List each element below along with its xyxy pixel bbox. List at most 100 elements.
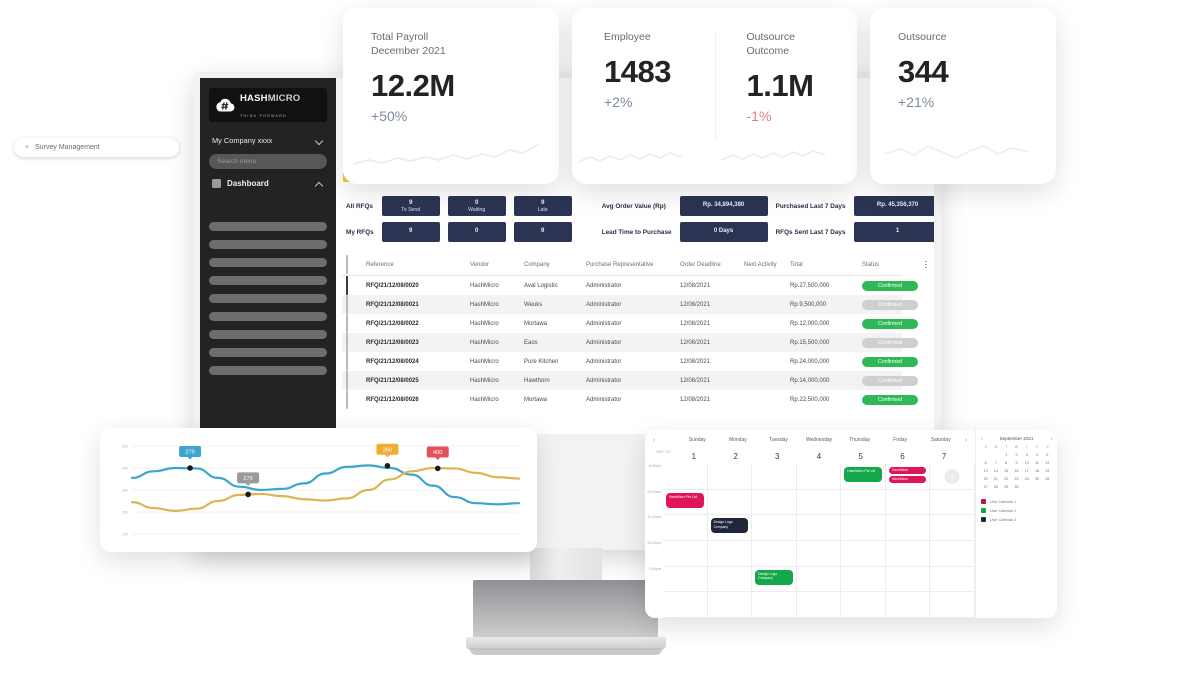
mini-next-icon[interactable]: › <box>1050 436 1052 441</box>
mini-date-cell[interactable] <box>981 452 990 459</box>
sidebar-submenu-survey-management[interactable]: + Survey Management <box>14 138 179 157</box>
calendar-cell[interactable] <box>796 464 842 490</box>
stat-chip-my-waiting[interactable]: 0 <box>447 222 506 242</box>
calendar-cell[interactable] <box>930 540 975 567</box>
stat-chip-my-to-send[interactable]: 9 <box>381 222 440 242</box>
row-checkbox[interactable] <box>346 275 366 295</box>
calendar-cell[interactable] <box>707 489 753 516</box>
row-checkbox[interactable] <box>346 313 366 333</box>
row-checkbox[interactable] <box>346 370 366 390</box>
mini-date-cell[interactable]: 7 <box>991 460 1000 467</box>
column-header-company[interactable]: Company <box>524 262 586 268</box>
calendar-event[interactable]: HashMicro <box>888 476 927 483</box>
calendar-cell[interactable] <box>707 566 753 593</box>
mini-prev-icon[interactable]: ‹ <box>981 436 983 441</box>
calendar-cell[interactable]: HashMicro Pte Ltd <box>663 489 708 516</box>
search-input[interactable]: Search menu <box>209 154 327 169</box>
calendar-cell[interactable] <box>841 566 886 593</box>
calendar-cell[interactable] <box>930 566 975 593</box>
column-header-next-activity[interactable]: Next Activity <box>744 262 790 268</box>
mini-date-cell[interactable]: 17 <box>1022 468 1031 475</box>
calendar-cell[interactable] <box>885 566 931 593</box>
mini-date-cell[interactable]: 23 <box>1012 476 1021 483</box>
column-header-order-deadline[interactable]: Order Deadline <box>680 262 744 268</box>
prev-week-icon[interactable]: ‹ <box>649 437 659 444</box>
calendar-cell[interactable] <box>707 464 753 490</box>
stat-chip-to-send[interactable]: 9 To Send <box>381 196 440 216</box>
calendar-cell[interactable] <box>663 540 708 567</box>
calendar-cell[interactable] <box>885 515 931 541</box>
table-row[interactable]: RFQ/21/12/08/0023 HashMicro Eaos Administra… <box>342 332 918 352</box>
mini-date-cell[interactable]: 28 <box>991 484 1000 491</box>
calendar-cell[interactable] <box>796 566 842 593</box>
stat-chip-late[interactable]: 9 Late <box>513 196 572 216</box>
table-row[interactable]: RFQ/21/12/08/0020 HashMicro Aval Logistic A… <box>342 275 918 295</box>
mini-date-cell[interactable]: 2 <box>1012 452 1021 459</box>
mini-date-cell[interactable] <box>1022 484 1031 491</box>
avg-order-value-chip[interactable]: Rp. 34,894,380 <box>679 196 768 216</box>
column-header-vendor[interactable]: Vendor <box>470 262 524 268</box>
calendar-cell[interactable]: HashMicro HashMicro <box>885 464 931 490</box>
calendar-date-number[interactable]: 3 <box>756 450 798 464</box>
mini-date-cell[interactable]: 12 <box>1043 460 1052 467</box>
calendar-event[interactable]: HashMicro <box>888 467 927 474</box>
calendar-cell[interactable] <box>796 515 842 541</box>
mini-date-cell[interactable]: 9 <box>1012 460 1021 467</box>
calendar-cell[interactable] <box>930 515 975 541</box>
mini-date-cell[interactable]: 6 <box>981 460 990 467</box>
add-event-button[interactable]: + <box>944 469 960 484</box>
mini-date-cell[interactable]: 30 <box>1012 484 1021 491</box>
mini-date-cell[interactable]: 29 <box>1002 484 1011 491</box>
row-checkbox[interactable] <box>346 332 366 352</box>
calendar-cell[interactable]: + <box>930 464 975 490</box>
calendar-cell[interactable]: Design Logo Company <box>752 566 797 593</box>
legend-item[interactable]: User Calendar 3 <box>981 517 1052 522</box>
stat-chip-waiting[interactable]: 0 Waiting <box>447 196 506 216</box>
calendar-cell[interactable] <box>885 592 931 618</box>
mini-date-cell[interactable]: 26 <box>1043 476 1052 483</box>
mini-date-cell[interactable]: 16 <box>1012 468 1021 475</box>
mini-date-cell[interactable]: 3 <box>1022 452 1031 459</box>
calendar-date-number[interactable]: 7 <box>923 450 965 464</box>
calendar-cell[interactable] <box>752 515 797 541</box>
lead-time-chip[interactable]: 0 Days <box>679 222 768 242</box>
mini-date-cell[interactable]: 13 <box>981 468 990 475</box>
mini-date-cell[interactable]: 11 <box>1032 460 1041 467</box>
calendar-cell[interactable] <box>930 592 975 618</box>
mini-date-cell[interactable]: 19 <box>1043 468 1052 475</box>
table-options-icon[interactable] <box>920 260 932 269</box>
calendar-cell[interactable] <box>796 540 842 567</box>
calendar-cell[interactable] <box>663 464 708 490</box>
calendar-cell[interactable] <box>752 464 797 490</box>
legend-item[interactable]: User Calendar 1 <box>981 499 1052 504</box>
calendar-cell[interactable] <box>752 592 797 618</box>
calendar-event[interactable]: HashMicro Pte Ltd <box>666 492 704 508</box>
calendar-date-number[interactable]: 2 <box>715 450 757 464</box>
table-row[interactable]: RFQ/21/12/08/0026 HashMicro Mortawa Adminis… <box>342 389 918 409</box>
next-week-icon[interactable]: › <box>961 437 971 444</box>
mini-date-cell[interactable]: 24 <box>1022 476 1031 483</box>
mini-date-cell[interactable] <box>1032 484 1041 491</box>
mini-date-cell[interactable]: 27 <box>981 484 990 491</box>
calendar-cell[interactable] <box>707 540 753 567</box>
company-selector[interactable]: My Company xxxx <box>209 136 327 145</box>
calendar-cell[interactable] <box>663 515 708 541</box>
calendar-cell[interactable] <box>707 592 753 618</box>
mini-date-cell[interactable]: 14 <box>991 468 1000 475</box>
calendar-cell[interactable] <box>796 489 842 516</box>
calendar-date-number[interactable]: 1 <box>673 450 715 464</box>
row-checkbox[interactable] <box>346 351 366 371</box>
calendar-cell[interactable] <box>663 592 708 618</box>
calendar-cell[interactable]: Design Logo Company <box>707 515 753 541</box>
table-row[interactable]: RFQ/21/12/08/0021 HashMicro Weuks Administr… <box>342 294 918 314</box>
calendar-cell[interactable] <box>796 592 842 618</box>
calendar-cell[interactable] <box>885 540 931 567</box>
calendar-date-number[interactable]: 6 <box>882 450 924 464</box>
mini-date-cell[interactable]: 25 <box>1032 476 1041 483</box>
calendar-cell[interactable] <box>841 592 886 618</box>
mini-date-cell[interactable]: 22 <box>1002 476 1011 483</box>
table-row[interactable]: RFQ/21/12/08/0022 HashMicro Mortawa Adminis… <box>342 313 918 333</box>
calendar-cell[interactable] <box>885 489 931 516</box>
legend-item[interactable]: User Calendar 2 <box>981 508 1052 513</box>
stat-chip-my-late[interactable]: 9 <box>513 222 572 242</box>
